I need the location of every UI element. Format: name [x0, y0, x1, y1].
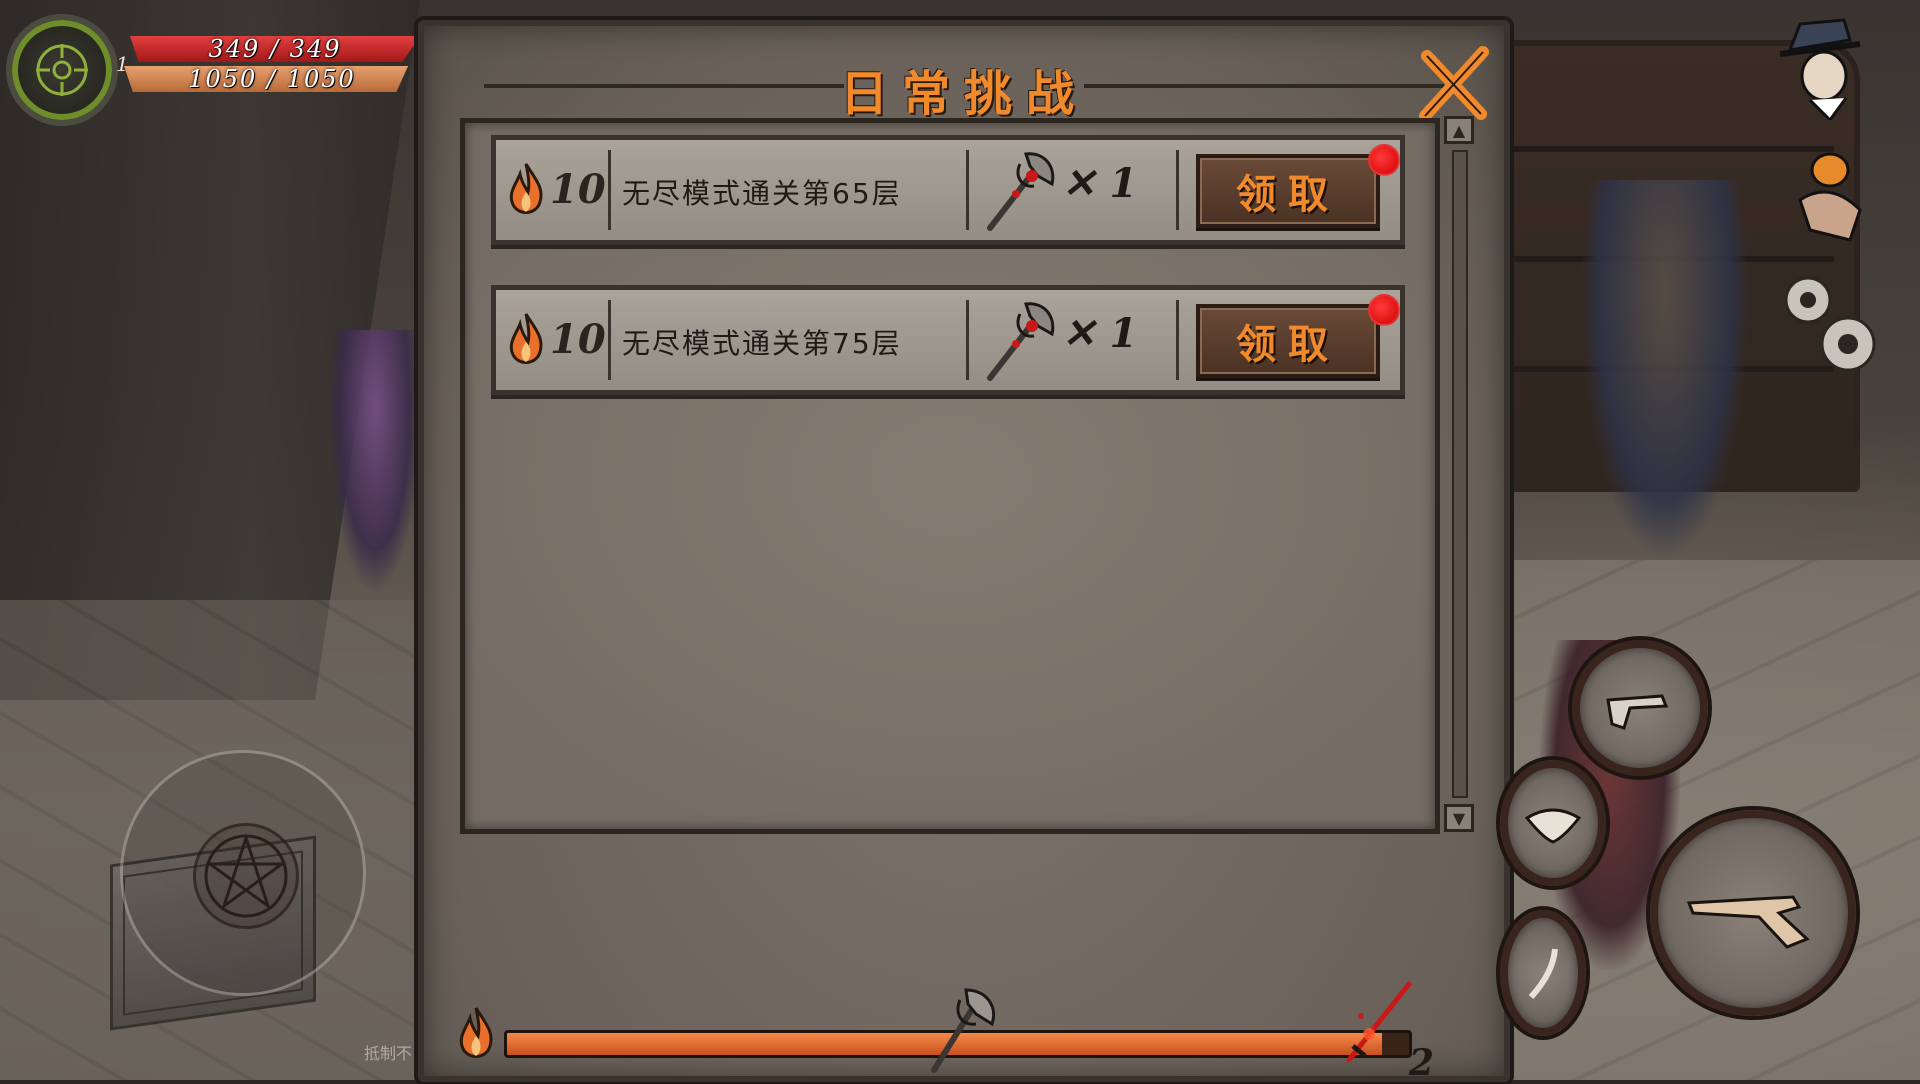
close-button[interactable] [1409, 38, 1499, 128]
scroll-up-arrow-icon[interactable]: ▲ [1444, 116, 1474, 144]
blade-skill-button[interactable] [1500, 910, 1586, 1036]
claim-button[interactable]: 领取 [1196, 154, 1380, 228]
compass-sigil-icon [36, 44, 88, 96]
progress-count: 2 [1409, 1042, 1435, 1084]
row-divider [608, 150, 611, 230]
loot-hand-icon[interactable] [1780, 130, 1880, 250]
activity-progress: 2 [424, 966, 1504, 1084]
revolver-skill-button[interactable] [1572, 640, 1708, 776]
sword-milestone-icon[interactable] [1339, 976, 1419, 1066]
daily-challenge-dialog: 日常挑战 10 无尽模式通关第65层 ✕ 1 领取 10 无尽模式通关第75层 … [418, 20, 1510, 1084]
notification-dot [1368, 144, 1400, 176]
task-row: 10 无尽模式通关第65层 ✕ 1 领取 [491, 135, 1405, 245]
flame-points-icon [509, 313, 543, 364]
flame-points-icon [459, 1007, 493, 1058]
movement-joystick[interactable] [120, 750, 366, 996]
scroll-track[interactable] [1452, 150, 1468, 798]
reward-quantity: ✕ 1 [1062, 160, 1138, 207]
scroll-down-arrow-icon[interactable]: ▼ [1444, 804, 1474, 832]
row-divider [1176, 150, 1179, 230]
plague-doctor-npc[interactable] [1580, 180, 1750, 560]
character-portrait-icon[interactable] [1770, 10, 1870, 120]
rifle-icon [1686, 895, 1810, 949]
task-description: 无尽模式通关第65层 [622, 177, 902, 210]
player-status-hud: 1 349 / 349 1050 / 1050 [0, 0, 440, 126]
claim-button[interactable]: 领取 [1196, 304, 1380, 378]
task-points: 10 [550, 166, 606, 213]
level-badge[interactable] [6, 14, 118, 126]
dialog-header: 日常挑战 [424, 26, 1504, 122]
task-description: 无尽模式通关第75层 [622, 327, 902, 360]
battle-axe-reward-icon [987, 302, 1055, 381]
fanged-mask-icon [1524, 808, 1582, 844]
jester-girl-character [330, 330, 420, 590]
flame-points-icon [509, 163, 543, 214]
joystick-knob[interactable] [193, 823, 299, 929]
revolver-icon [1606, 694, 1669, 730]
notification-dot [1368, 294, 1400, 326]
dialog-title: 日常挑战 [839, 66, 1088, 122]
axe-milestone-icon[interactable] [914, 984, 1004, 1074]
watermark-text: 抵制不 [364, 1044, 413, 1063]
mp-bar: 1050 / 1050 [124, 66, 409, 92]
row-divider [608, 300, 611, 380]
rifle-skill-button[interactable] [1650, 810, 1856, 1016]
blade-icon [1528, 948, 1558, 1000]
task-row: 10 无尽模式通关第75层 ✕ 1 领取 [491, 285, 1405, 395]
row-divider [966, 300, 969, 380]
task-points: 10 [550, 316, 606, 363]
mask-skill-button[interactable] [1500, 760, 1606, 886]
reward-quantity: ✕ 1 [1062, 310, 1138, 357]
row-divider [966, 150, 969, 230]
row-divider [1176, 300, 1179, 380]
settings-gear-icon[interactable] [1766, 260, 1886, 380]
pentagram-icon [204, 833, 288, 918]
task-list[interactable]: 10 无尽模式通关第65层 ✕ 1 领取 10 无尽模式通关第75层 ✕ 1 领… [460, 118, 1440, 834]
list-scrollbar[interactable]: ▲ ▼ [1444, 116, 1474, 832]
battle-axe-reward-icon [987, 152, 1055, 231]
hp-bar: 349 / 349 [130, 36, 420, 62]
